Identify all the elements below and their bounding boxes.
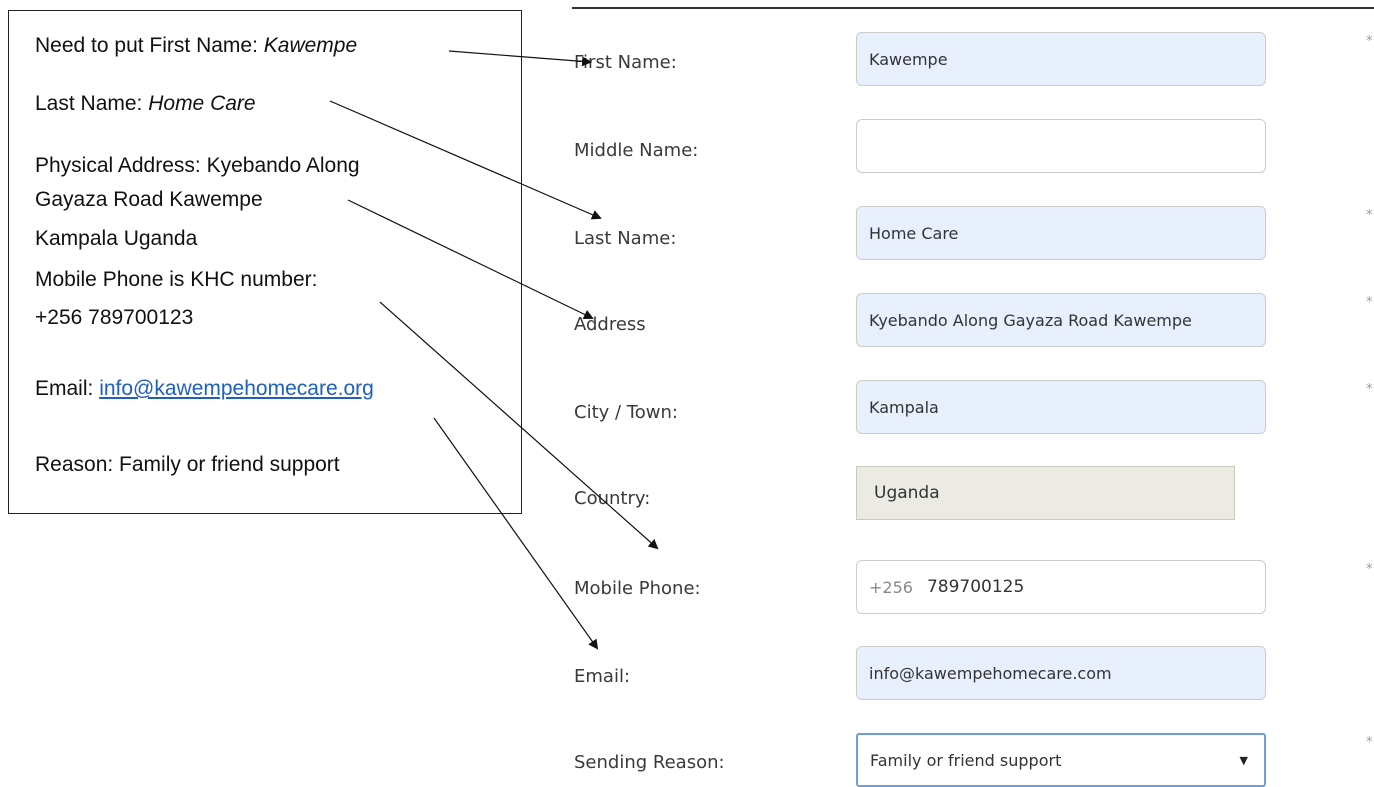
annotation-arrows [329, 50, 659, 650]
arrow-first-name [448, 50, 592, 67]
arrow-email [433, 417, 599, 650]
arrow-mobile [379, 301, 659, 550]
arrow-address [347, 199, 594, 320]
arrow-last-name [329, 100, 602, 220]
